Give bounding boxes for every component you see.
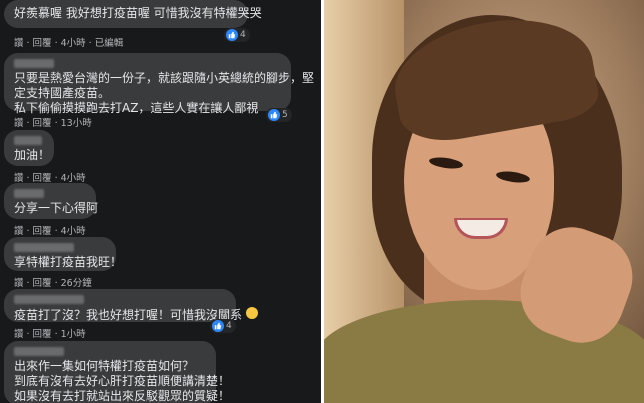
reaction-badge[interactable]: 4 [224, 28, 250, 42]
comment-text: 分享一下心得阿 [14, 201, 99, 215]
author-name-blurred[interactable] [14, 59, 54, 68]
comment-meta[interactable]: 讚 · 回覆 · 26分鐘 [14, 275, 92, 289]
thumbs-up-icon [226, 29, 238, 41]
author-name-blurred[interactable] [14, 347, 64, 356]
comment-text: 加油！ [14, 148, 51, 162]
comment-meta[interactable]: 讚 · 回覆 · 4小時 · 已編輯 [14, 35, 123, 49]
comment-meta[interactable]: 讚 · 回覆 · 4小時 [14, 223, 86, 237]
comment-bubble: 分享一下心得阿 [4, 183, 99, 219]
comment-bubble: 加油！ [4, 130, 54, 166]
comment-meta[interactable]: 讚 · 回覆 · 4小時 [14, 170, 86, 184]
reaction-badge[interactable]: 5 [266, 108, 292, 122]
author-name-blurred[interactable] [14, 295, 84, 304]
comment-text: 如果沒有去打就站出來反駁觀眾的質疑！ [14, 389, 231, 403]
thumbs-up-icon [212, 320, 224, 332]
author-name-blurred[interactable] [14, 243, 74, 252]
portrait-photo [324, 0, 644, 403]
author-name-blurred[interactable] [14, 136, 42, 145]
comment-text: 享特權打疫苗我旺！ [14, 255, 123, 269]
comment-text: 私下偷偷摸摸跑去打AZ，這些人實在讓人鄙視 [14, 101, 259, 115]
reaction-count: 4 [226, 321, 232, 331]
comment-meta[interactable]: 讚 · 回覆 · 13小時 [14, 115, 92, 129]
comments-panel: 好羨慕喔 我好想打疫苗喔 可惜我沒有特權哭哭 讚 · 回覆 · 4小時 · 已編… [0, 0, 321, 403]
author-name-blurred[interactable] [14, 189, 44, 198]
sad-face-emoji-icon [245, 307, 258, 319]
comment-meta[interactable]: 讚 · 回覆 · 1小時 [14, 326, 86, 340]
comment-text: 出來作一集如何特權打疫苗如何？ [14, 359, 195, 373]
reaction-badge[interactable]: 4 [210, 319, 236, 333]
comment-bubble: 疫苗打了沒？我也好想打喔！可惜我沒關系 [4, 289, 258, 323]
comment-text-content: 疫苗打了沒？我也好想打喔！可惜我沒關系 [14, 308, 243, 322]
comment-bubble: 只要是熱愛台灣的一份子，就該跟隨小英總統的腳步，堅 定支持國產疫苗。 私下偷偷摸… [4, 53, 315, 115]
comment-text: 只要是熱愛台灣的一份子，就該跟隨小英總統的腳步，堅 [14, 71, 315, 85]
comment-bubble: 享特權打疫苗我旺！ [4, 237, 123, 271]
comment-text: 好羨慕喔 我好想打疫苗喔 可惜我沒有特權哭哭 [14, 6, 262, 20]
comment-bubble: 好羨慕喔 我好想打疫苗喔 可惜我沒有特權哭哭 [4, 0, 262, 28]
reaction-count: 5 [282, 110, 288, 120]
reaction-count: 4 [240, 30, 246, 40]
comment-bubble: 出來作一集如何特權打疫苗如何？ 到底有沒有去好心肝打疫苗順便講清楚！ 如果沒有去… [4, 341, 231, 403]
comment-text: 疫苗打了沒？我也好想打喔！可惜我沒關系 [14, 307, 258, 323]
thumbs-up-icon [268, 109, 280, 121]
comment-text: 到底有沒有去好心肝打疫苗順便講清楚！ [14, 374, 231, 388]
comment-text: 定支持國產疫苗。 [14, 86, 111, 100]
